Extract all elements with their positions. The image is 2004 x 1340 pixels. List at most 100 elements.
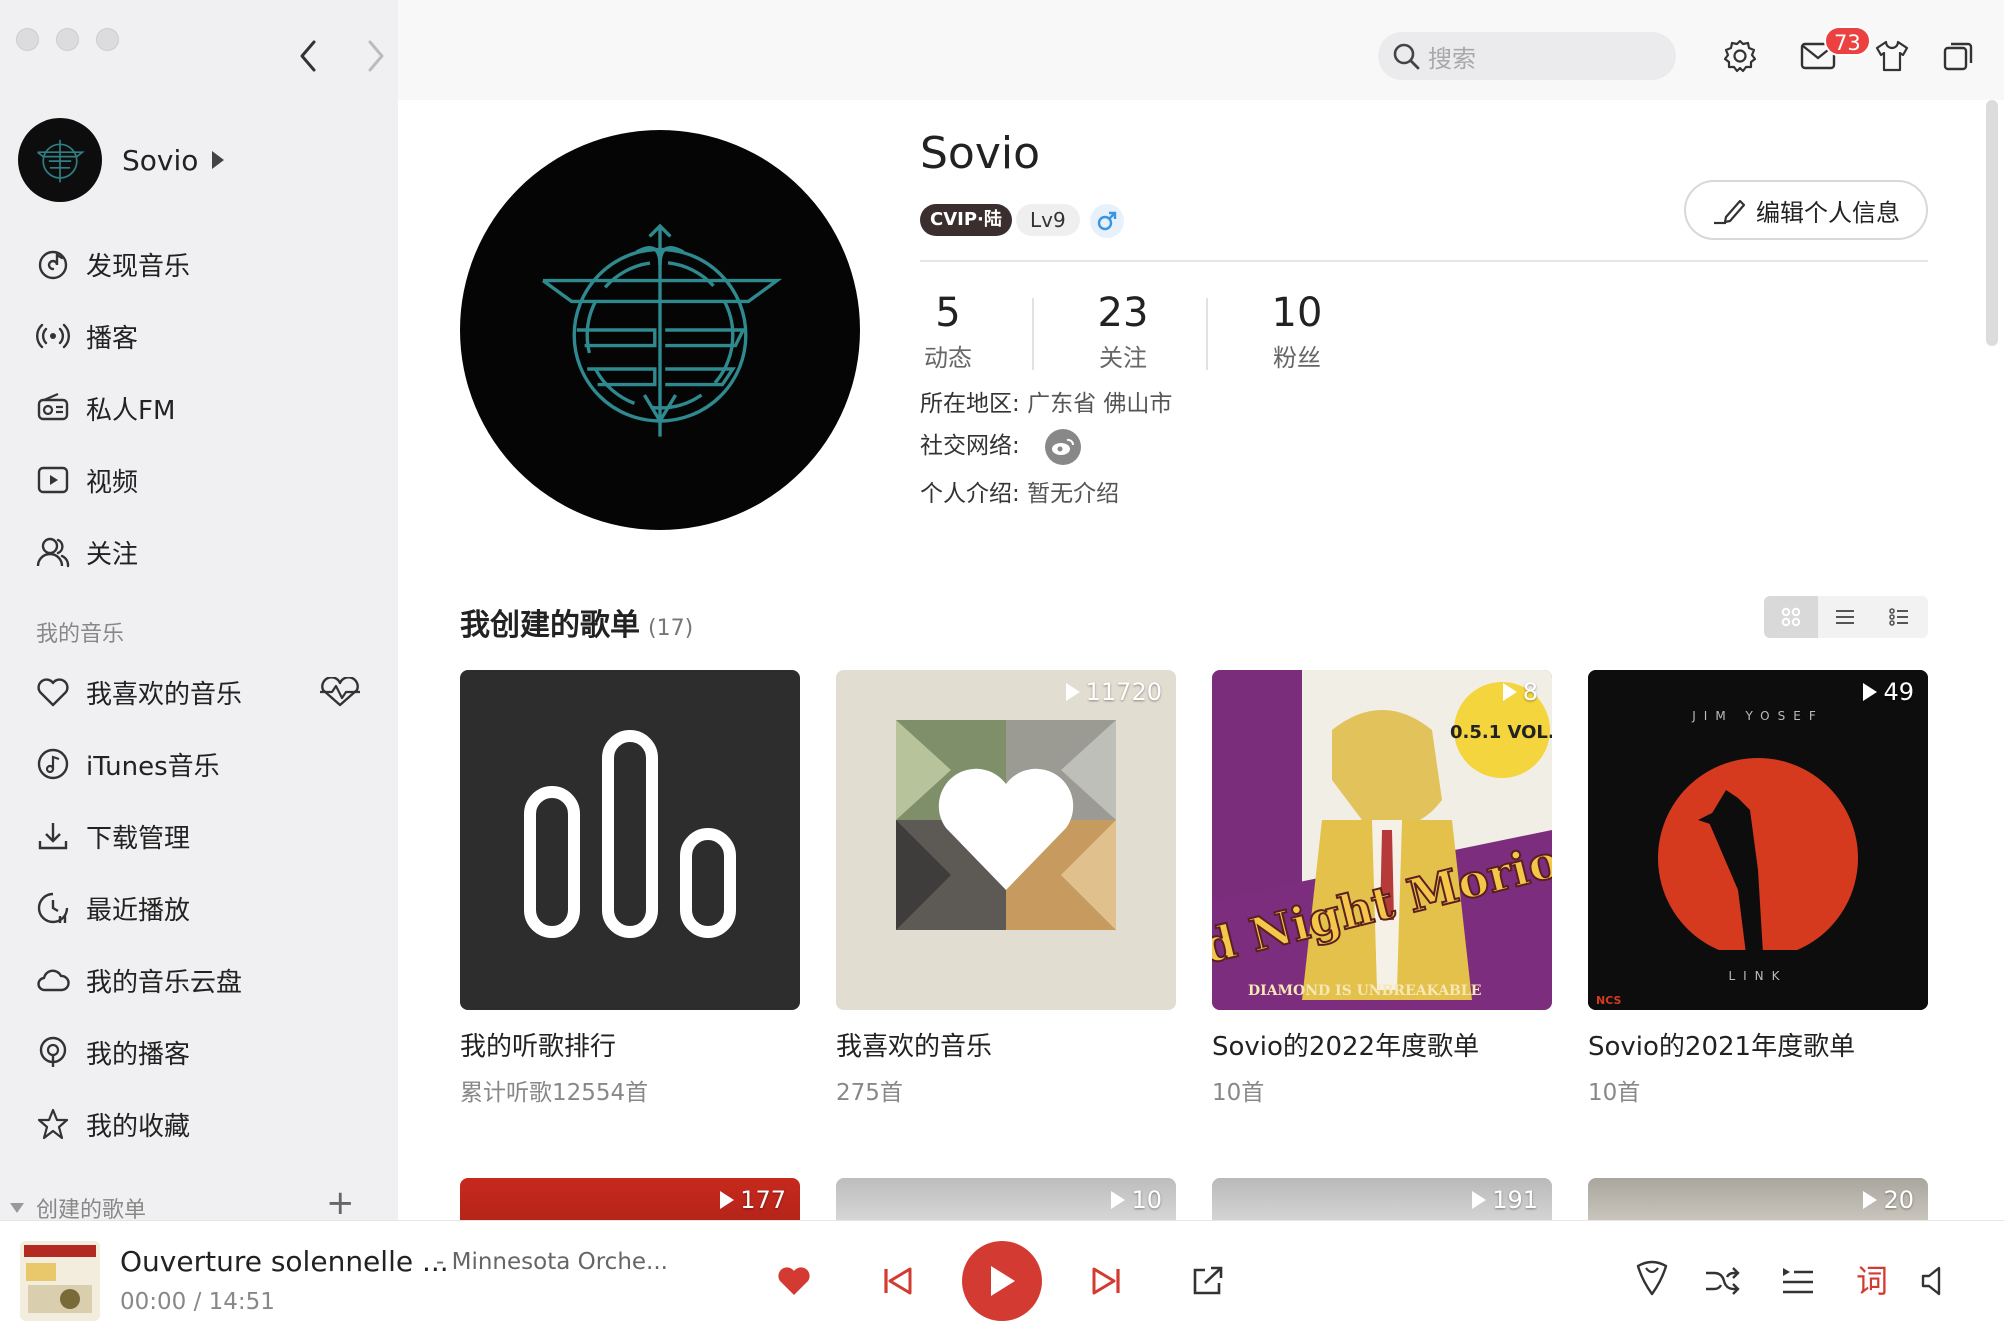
playlist-card[interactable]: 11720 我喜欢的音乐 275首	[836, 670, 1176, 1107]
nav-discover-music[interactable]: 发现音乐	[0, 228, 398, 300]
play-triangle-icon	[1863, 1191, 1878, 1209]
stat-following[interactable]: 23 关注	[1090, 290, 1156, 373]
minimize-window-button[interactable]	[56, 28, 79, 51]
stat-number: 23	[1097, 290, 1149, 336]
cloud-icon	[36, 963, 70, 997]
follow-icon	[36, 535, 70, 569]
zoom-window-button[interactable]	[96, 28, 119, 51]
giraffe-cover-artist: JIM YOSEF	[1691, 709, 1823, 723]
nav-follow[interactable]: 关注	[0, 516, 398, 588]
play-count-value: 10	[1131, 1186, 1162, 1214]
nav-recent-played[interactable]: 最近播放	[0, 872, 398, 944]
playlist-title[interactable]: Sovio的2021年度歌单	[1588, 1026, 1928, 1063]
nav-video[interactable]: 视频	[0, 444, 398, 516]
lyrics-toggle[interactable]: 词	[1852, 1257, 1892, 1301]
scrollbar-thumb[interactable]	[1986, 100, 1998, 346]
add-playlist-icon[interactable]: +	[326, 1186, 355, 1220]
playlist-cover[interactable]: JIM YOSEF LINK NCS 49	[1588, 670, 1928, 1010]
settings-gear-icon[interactable]	[1720, 36, 1760, 76]
shuffle-icon[interactable]	[1702, 1261, 1742, 1301]
list-view-icon[interactable]	[1818, 596, 1872, 638]
playlist-queue-icon[interactable]	[1778, 1261, 1818, 1301]
level-badge[interactable]: Lv9	[1016, 204, 1080, 236]
playlist-cover[interactable]: 191	[1212, 1178, 1552, 1220]
playlist-cover[interactable]: 20	[1588, 1178, 1928, 1220]
edit-profile-button[interactable]: 编辑个人信息	[1684, 180, 1928, 240]
playlist-title[interactable]: 我的听歌排行	[460, 1026, 800, 1063]
nav-itunes-music[interactable]: iTunes音乐	[0, 728, 398, 800]
playlist-cover[interactable]: Good Night Morioh Cho! DIAMOND IS UNBREA…	[1212, 670, 1552, 1010]
profile-avatar[interactable]	[460, 130, 860, 530]
profile-divider	[920, 260, 1928, 262]
forward-arrow-icon[interactable]	[366, 38, 386, 74]
grid-view-icon[interactable]	[1764, 596, 1818, 638]
playlist-cover[interactable]: 10	[836, 1178, 1176, 1220]
podcast-icon	[36, 319, 70, 353]
next-track-icon[interactable]	[1086, 1261, 1126, 1301]
vip-badge[interactable]: CVIP·陆	[920, 204, 1012, 236]
back-arrow-icon[interactable]	[298, 38, 318, 74]
jojo-album-artwork: Good Night Morioh Cho! DIAMOND IS UNBREA…	[1212, 670, 1552, 1010]
jojo-cover-volume: 0.5.1 VOL.2	[1450, 722, 1552, 743]
playlist-subtitle: 10首	[1212, 1080, 1265, 1106]
social-line: 社交网络:	[920, 426, 1082, 465]
playlist-title[interactable]: Sovio的2022年度歌单	[1212, 1026, 1552, 1063]
nav-label: 我的音乐云盘	[86, 967, 243, 998]
album-cover-artwork	[20, 1241, 100, 1321]
mini-player-window-icon[interactable]	[1938, 36, 1978, 76]
section-count: (17)	[648, 616, 694, 641]
playlist-card[interactable]: 我的听歌排行 累计听歌12554首	[460, 670, 800, 1107]
heartbeat-mode-icon[interactable]	[318, 677, 362, 707]
stat-followers[interactable]: 10 粉丝	[1264, 290, 1330, 373]
nav-music-cloud[interactable]: 我的音乐云盘	[0, 944, 398, 1016]
nav-downloads[interactable]: 下载管理	[0, 800, 398, 872]
nav-label: 关注	[86, 539, 139, 570]
view-mode-toggle	[1764, 596, 1928, 638]
playlist-cover[interactable]: 177	[460, 1178, 800, 1220]
playlist-subtitle: 10首	[1588, 1080, 1641, 1106]
share-icon[interactable]	[1188, 1261, 1228, 1301]
close-window-button[interactable]	[16, 28, 39, 51]
search-input[interactable]: 搜索	[1378, 32, 1676, 80]
stat-events[interactable]: 5 动态	[920, 290, 976, 373]
play-count: 8	[1502, 678, 1538, 706]
caret-right-icon	[212, 151, 225, 169]
profile-chip[interactable]: Sovio	[18, 118, 225, 202]
play-triangle-icon	[1502, 683, 1517, 701]
play-count: 10	[1111, 1186, 1162, 1214]
region-value: 广东省 佛山市	[1027, 391, 1173, 417]
play-count: 177	[720, 1186, 786, 1214]
nav-liked-music[interactable]: 我喜欢的音乐	[0, 656, 398, 728]
like-heart-icon[interactable]	[774, 1261, 814, 1301]
skin-tshirt-icon[interactable]	[1872, 36, 1912, 76]
volume-icon[interactable]	[1914, 1261, 1954, 1301]
bio-label: 个人介绍:	[920, 481, 1020, 507]
detail-list-view-icon[interactable]	[1872, 596, 1926, 638]
created-playlists-title: 我创建的歌单 (17)	[460, 600, 693, 644]
play-button[interactable]	[962, 1241, 1042, 1321]
play-triangle-icon	[1863, 683, 1878, 701]
nav-label: 视频	[86, 467, 139, 498]
playlist-title[interactable]: 我喜欢的音乐	[836, 1026, 1176, 1063]
track-artist[interactable]: - Minnesota Orche...	[436, 1249, 668, 1275]
playlist-cover[interactable]	[460, 670, 800, 1010]
edit-profile-label: 编辑个人信息	[1756, 198, 1900, 227]
nav-my-podcast[interactable]: 我的播客	[0, 1016, 398, 1088]
playlist-card[interactable]: JIM YOSEF LINK NCS 49 Sovio的2021年度歌单 10首	[1588, 670, 1928, 1107]
nav-private-fm[interactable]: 私人FM	[0, 372, 398, 444]
track-time: 00:00 / 14:51	[120, 1289, 275, 1315]
track-title[interactable]: Ouverture solennelle ...	[120, 1245, 449, 1278]
nav-my-collection[interactable]: 我的收藏	[0, 1088, 398, 1160]
now-playing-cover[interactable]	[20, 1241, 100, 1321]
nav-podcast[interactable]: 播客	[0, 300, 398, 372]
previous-track-icon[interactable]	[878, 1261, 918, 1301]
male-gender-icon	[1090, 204, 1124, 238]
created-playlists-header[interactable]: 创建的歌单 +	[10, 1186, 380, 1220]
sound-effect-icon[interactable]	[1630, 1257, 1674, 1301]
mail-count-badge: 73	[1824, 26, 1871, 56]
playlist-card[interactable]: Good Night Morioh Cho! DIAMOND IS UNBREA…	[1212, 670, 1552, 1107]
stat-number: 10	[1271, 290, 1323, 336]
weibo-icon[interactable]	[1045, 428, 1082, 465]
playlist-cover[interactable]: 11720	[836, 670, 1176, 1010]
bio-line: 个人介绍: 暂无介绍	[920, 474, 1119, 508]
